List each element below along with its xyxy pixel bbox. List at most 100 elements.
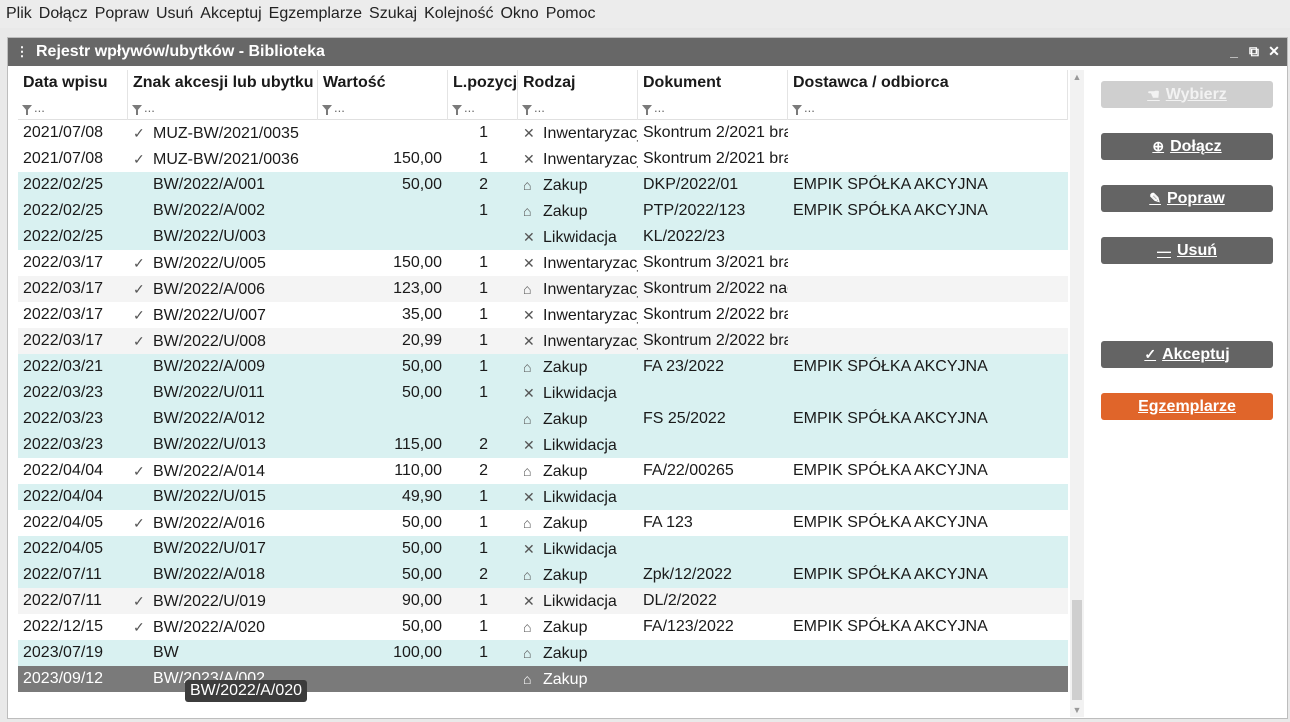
cell-znak-text: BW/2022/U/019 bbox=[153, 593, 266, 610]
cell-dostawca: EMPIK SPÓŁKA AKCYJNA bbox=[793, 202, 988, 219]
menu-item-0[interactable]: Plik bbox=[6, 5, 32, 23]
menu-item-2[interactable]: Popraw bbox=[95, 5, 149, 23]
col-header-dostawca[interactable]: Dostawca / odbiorca bbox=[788, 70, 1068, 95]
cell-lpoz: 1 bbox=[479, 332, 488, 349]
cell-lpoz: 1 bbox=[479, 202, 488, 219]
window-titlebar[interactable]: ⋮ Rejestr wpływów/ubytków - Biblioteka _… bbox=[8, 38, 1287, 66]
table-row[interactable]: 2022/07/11 BW/2022/A/018 50,00 2 ⌂ Zakup Zpk/1… bbox=[18, 562, 1068, 588]
cell-lpoz: 2 bbox=[479, 462, 488, 479]
vertical-scrollbar[interactable]: ▲ ▼ bbox=[1070, 70, 1084, 717]
table-row[interactable]: 2022/03/17 ✓ BW/2022/U/008 20,99 1 ✕ Inwentary… bbox=[18, 328, 1068, 354]
filter-dokument[interactable]: ... bbox=[638, 94, 788, 120]
popraw-button[interactable]: ✎ Popraw bbox=[1101, 185, 1273, 212]
table-row[interactable]: 2022/04/05 BW/2022/U/017 50,00 1 ✕ Likwidacja bbox=[18, 536, 1068, 562]
menu-item-6[interactable]: Szukaj bbox=[369, 5, 417, 23]
menu-item-1[interactable]: Dołącz bbox=[39, 5, 88, 23]
table-row[interactable]: 2022/03/17 ✓ BW/2022/A/006 123,00 1 ⌂ Inwentar… bbox=[18, 276, 1068, 302]
menu-item-8[interactable]: Okno bbox=[500, 5, 538, 23]
cell-rodzaj: ✕ Inwentaryzacja bbox=[518, 302, 638, 328]
check-icon: ✓ bbox=[1144, 346, 1157, 362]
table-row[interactable]: 2022/03/17 ✓ BW/2022/U/007 35,00 1 ✕ Inwentary… bbox=[18, 302, 1068, 328]
table-row[interactable]: 2022/12/15 ✓ BW/2022/A/020 50,00 1 ⌂ Zakup FA/1… bbox=[18, 614, 1068, 640]
table-row[interactable]: 2022/03/23 BW/2022/U/011 50,00 1 ✕ Likwidacja bbox=[18, 380, 1068, 406]
dolacz-button[interactable]: ⊕ Dołącz bbox=[1101, 133, 1273, 160]
checkmark-icon: ✓ bbox=[133, 151, 145, 167]
table-row[interactable]: 2022/03/23 BW/2022/A/012 ⌂ Zakup FS 25/2022 E… bbox=[18, 406, 1068, 432]
cell-rodzaj: ⌂ Zakup bbox=[518, 614, 638, 640]
cell-rodzaj-text: Inwentaryzacja bbox=[543, 125, 638, 142]
table-row[interactable]: 2021/07/08 ✓ MUZ-BW/2021/0035 1 ✕ Inwentaryza… bbox=[18, 120, 1068, 146]
table-row[interactable]: 2022/02/25 BW/2022/A/002 1 ⌂ Zakup PTP/2022/1… bbox=[18, 198, 1068, 224]
filter-lpoz[interactable]: ... bbox=[448, 94, 518, 120]
table-row[interactable]: 2022/03/21 BW/2022/A/009 50,00 1 ⌂ Zakup FA 23… bbox=[18, 354, 1068, 380]
cell-wartosc: 150,00 bbox=[393, 254, 442, 271]
col-header-dokument[interactable]: Dokument bbox=[638, 70, 788, 95]
cell-lpoz: 1 bbox=[479, 618, 488, 635]
table-row[interactable]: 2023/07/19 BW 100,00 1 ⌂ Zakup bbox=[18, 640, 1068, 666]
table-row[interactable]: 2022/03/17 ✓ BW/2022/U/005 150,00 1 ✕ Inwentar… bbox=[18, 250, 1068, 276]
col-header-lpoz[interactable]: L.pozycji bbox=[448, 70, 518, 95]
table-row[interactable]: 2022/04/04 ✓ BW/2022/A/014 110,00 2 ⌂ Zakup FA/… bbox=[18, 458, 1068, 484]
wybierz-button[interactable]: ☚ Wybierz bbox=[1101, 81, 1273, 108]
cell-wartosc: 50,00 bbox=[401, 540, 442, 557]
x-icon: ✕ bbox=[523, 229, 535, 245]
col-header-znak[interactable]: Znak akcesji lub ubytku bbox=[128, 70, 318, 95]
scroll-thumb[interactable] bbox=[1072, 600, 1082, 700]
close-icon[interactable]: ✕ bbox=[1267, 42, 1281, 60]
cell-dostawca bbox=[788, 432, 1068, 458]
table-row[interactable]: 2022/04/05 ✓ BW/2022/A/016 50,00 1 ⌂ Zakup FA 1… bbox=[18, 510, 1068, 536]
cell-znak: ✓ BW/2022/A/020 bbox=[128, 614, 318, 640]
scroll-up-icon[interactable]: ▲ bbox=[1070, 70, 1084, 84]
window-menu-icon[interactable]: ⋮ bbox=[14, 45, 30, 58]
menu-bar: Plik Dołącz Popraw Usuń Akceptuj Egzemplarze S… bbox=[0, 0, 1290, 28]
cell-date: 2022/03/17 bbox=[23, 254, 104, 271]
cell-date: 2022/03/23 bbox=[23, 384, 104, 401]
restore-icon[interactable]: ⧉ bbox=[1247, 42, 1261, 60]
cell-wartosc: 100,00 bbox=[393, 644, 442, 661]
cell-dostawca bbox=[788, 328, 1068, 354]
cell-date: 2022/07/11 bbox=[23, 566, 102, 583]
plus-circle-icon: ⊕ bbox=[1152, 138, 1165, 154]
table-row[interactable]: 2022/03/23 BW/2022/U/013 115,00 2 ✕ Likwidacj… bbox=[18, 432, 1068, 458]
filter-znak[interactable]: ... bbox=[128, 94, 318, 120]
filter-dostawca[interactable]: ... bbox=[788, 94, 1068, 120]
cell-wartosc: 110,00 bbox=[394, 462, 442, 479]
filter-rodzaj[interactable]: ... bbox=[518, 94, 638, 120]
table-row[interactable]: 2022/02/25 BW/2022/U/003 ✕ Likwidacja KL/202… bbox=[18, 224, 1068, 250]
cell-rodzaj-text: Zakup bbox=[543, 203, 588, 220]
cell-dostawca: EMPIK SPÓŁKA AKCYJNA bbox=[793, 514, 988, 531]
menu-item-9[interactable]: Pomoc bbox=[546, 5, 596, 23]
table-row[interactable]: 2022/04/04 BW/2022/U/015 49,90 1 ✕ Likwidacja bbox=[18, 484, 1068, 510]
table-row[interactable]: 2022/07/11 ✓ BW/2022/U/019 90,00 1 ✕ Likwidacj… bbox=[18, 588, 1068, 614]
usun-button[interactable]: — Usuń bbox=[1101, 237, 1273, 264]
table-row[interactable]: 2021/07/08 ✓ MUZ-BW/2021/0036 150,00 1 ✕ Inwen… bbox=[18, 146, 1068, 172]
col-header-rodzaj[interactable]: Rodzaj bbox=[518, 70, 638, 95]
x-icon: ✕ bbox=[523, 307, 535, 323]
scroll-down-icon[interactable]: ▼ bbox=[1070, 703, 1084, 717]
cell-date: 2022/02/25 bbox=[23, 228, 104, 245]
filter-row: ... ... ... ... ... ... ... bbox=[18, 94, 1068, 120]
filter-wartosc[interactable]: ... bbox=[318, 94, 448, 120]
filter-date[interactable]: ... bbox=[18, 94, 128, 120]
menu-item-7[interactable]: Kolejność bbox=[424, 5, 493, 23]
cell-znak-text: MUZ-BW/2021/0035 bbox=[153, 125, 299, 142]
cell-znak: BW/2022/A/001 bbox=[128, 172, 318, 198]
col-header-date[interactable]: Data wpisu bbox=[18, 70, 128, 95]
menu-item-5[interactable]: Egzemplarze bbox=[269, 5, 362, 23]
cell-lpoz: 1 bbox=[479, 592, 488, 609]
cell-dokument: Skontrum 2/2021 bra bbox=[643, 150, 788, 167]
menu-item-3[interactable]: Usuń bbox=[156, 5, 193, 23]
egzemplarze-button[interactable]: Egzemplarze bbox=[1101, 393, 1273, 420]
table-row[interactable]: 2022/02/25 BW/2022/A/001 50,00 2 ⌂ Zakup DKP/2… bbox=[18, 172, 1068, 198]
cell-rodzaj-text: Zakup bbox=[543, 671, 588, 688]
minimize-icon[interactable]: _ bbox=[1227, 42, 1241, 60]
menu-item-4[interactable]: Akceptuj bbox=[200, 5, 261, 23]
cell-dostawca: EMPIK SPÓŁKA AKCYJNA bbox=[793, 358, 988, 375]
cell-dostawca bbox=[788, 484, 1068, 510]
cell-rodzaj: ⌂ Inwentaryzacja bbox=[518, 276, 638, 302]
checkmark-icon: ✓ bbox=[133, 515, 145, 531]
cell-dokument: Skontrum 2/2022 nad bbox=[643, 280, 788, 297]
akceptuj-button[interactable]: ✓ Akceptuj bbox=[1101, 341, 1273, 368]
table-row[interactable]: 2023/09/12 BW/2023/A/002 ⌂ Zakup bbox=[18, 666, 1068, 692]
col-header-wartosc[interactable]: Wartość bbox=[318, 70, 448, 95]
